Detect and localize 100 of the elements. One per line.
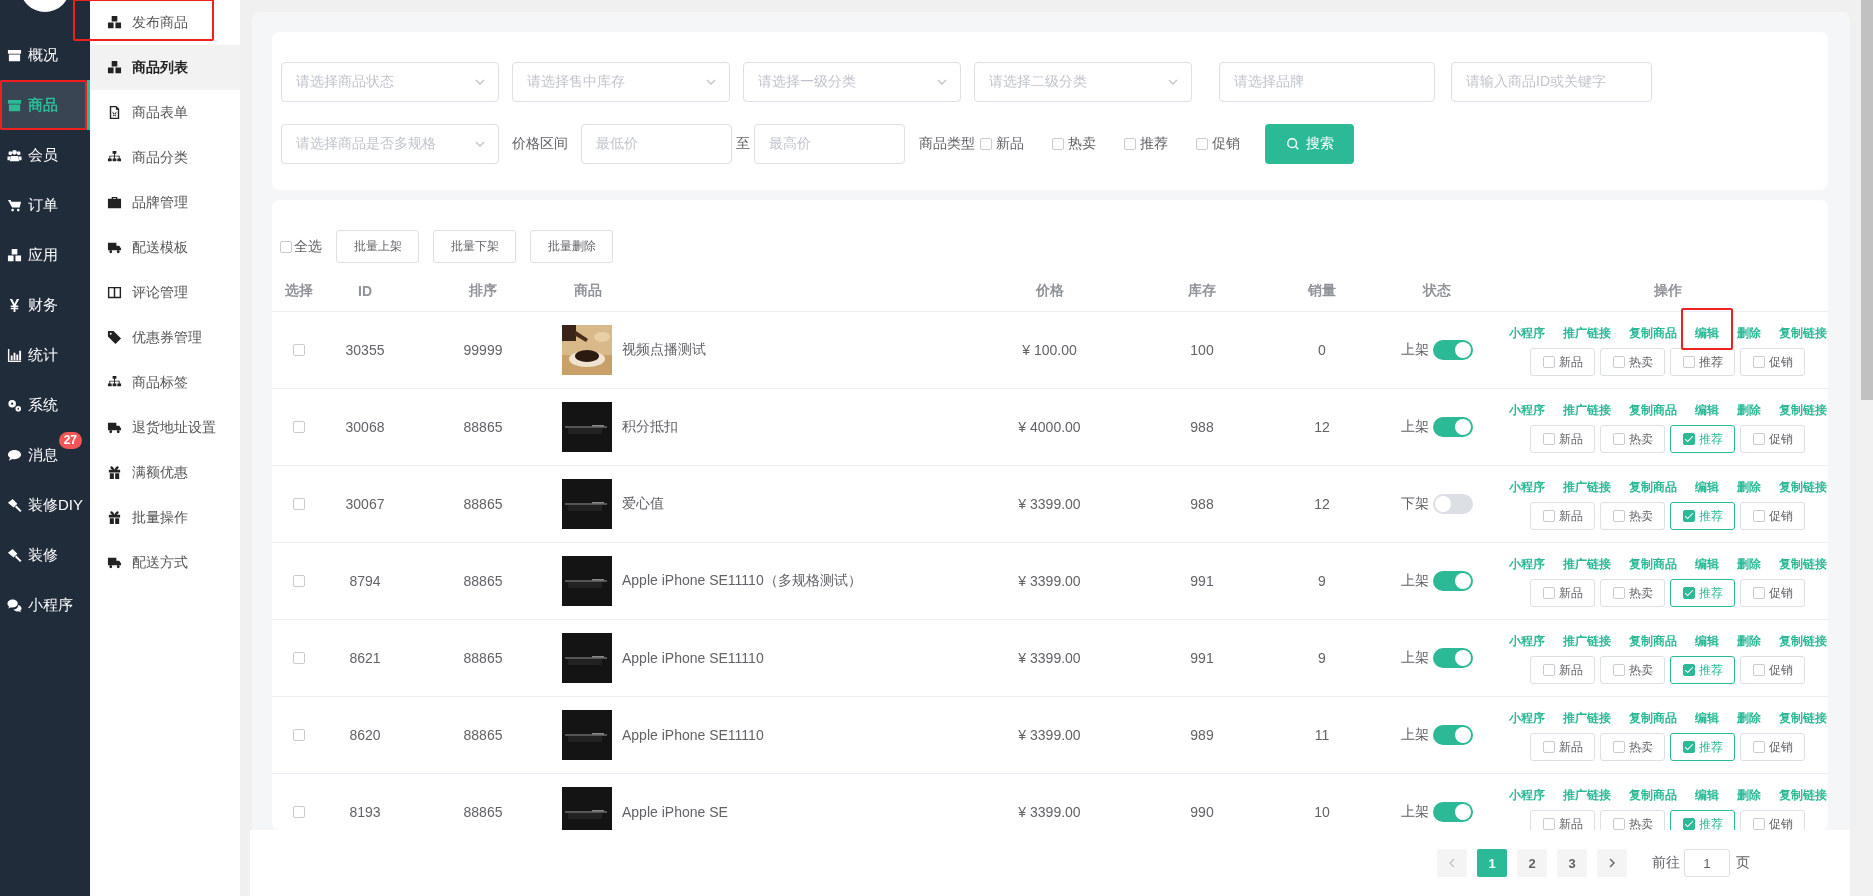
scrollbar-thumb[interactable] — [1861, 0, 1873, 400]
action-link[interactable]: 复制商品 — [1628, 403, 1677, 417]
action-link[interactable]: 复制链接 — [1778, 557, 1827, 571]
tag-toggle-button[interactable]: 推荐 — [1670, 656, 1735, 684]
status-toggle[interactable] — [1433, 417, 1473, 437]
search-button[interactable]: 搜索 — [1265, 124, 1354, 164]
action-link[interactable]: 复制链接 — [1778, 326, 1827, 340]
row-checkbox[interactable] — [293, 652, 305, 664]
submenu-item[interactable]: 退货地址设置 — [90, 405, 240, 450]
action-link[interactable]: 小程序 — [1508, 557, 1545, 571]
action-link[interactable]: 复制商品 — [1628, 326, 1677, 340]
action-link[interactable]: 推广链接 — [1562, 326, 1611, 340]
bulk-action-button[interactable]: 批量上架 — [336, 230, 419, 263]
tag-toggle-button[interactable]: 推荐 — [1670, 502, 1735, 530]
row-checkbox[interactable] — [293, 421, 305, 433]
sidebar-item[interactable]: 小程序 — [0, 580, 90, 630]
action-link[interactable]: 编辑 — [1694, 788, 1719, 802]
select-field[interactable]: 请选择商品是否多规格 — [281, 124, 499, 164]
action-link[interactable]: 小程序 — [1508, 788, 1545, 802]
select-field[interactable]: 请选择售中库存 — [512, 62, 730, 102]
sidebar-item[interactable]: 系统 — [0, 380, 90, 430]
action-link[interactable]: 编辑 — [1694, 557, 1719, 571]
action-link[interactable]: 推广链接 — [1562, 711, 1611, 725]
tag-toggle-button[interactable]: 促销 — [1740, 502, 1805, 530]
type-checkbox[interactable]: 新品 — [980, 135, 1024, 153]
page-button[interactable]: 2 — [1517, 849, 1547, 877]
status-toggle[interactable] — [1433, 648, 1473, 668]
action-link[interactable]: 推广链接 — [1562, 480, 1611, 494]
tag-toggle-button[interactable]: 热卖 — [1600, 425, 1665, 453]
action-link[interactable]: 复制链接 — [1778, 711, 1827, 725]
tag-toggle-button[interactable]: 新品 — [1530, 656, 1595, 684]
tag-toggle-button[interactable]: 促销 — [1740, 656, 1805, 684]
page-button[interactable]: 1 — [1477, 849, 1507, 877]
tag-toggle-button[interactable]: 热卖 — [1600, 502, 1665, 530]
sidebar-item[interactable]: 消息 27 — [0, 430, 90, 480]
action-link[interactable]: 复制商品 — [1628, 711, 1677, 725]
action-link[interactable]: 编辑 — [1694, 711, 1719, 725]
tag-toggle-button[interactable]: 新品 — [1530, 502, 1595, 530]
tag-toggle-button[interactable]: 新品 — [1530, 348, 1595, 376]
tag-toggle-button[interactable]: 促销 — [1740, 425, 1805, 453]
sidebar-item[interactable]: 概况 — [0, 30, 90, 80]
submenu-item[interactable]: 商品标签 — [90, 360, 240, 405]
submenu-item[interactable]: 满额优惠 — [90, 450, 240, 495]
action-link[interactable]: 小程序 — [1508, 326, 1545, 340]
tag-toggle-button[interactable]: 热卖 — [1600, 656, 1665, 684]
submenu-item[interactable]: 品牌管理 — [90, 180, 240, 225]
tag-toggle-button[interactable]: 新品 — [1530, 425, 1595, 453]
action-link[interactable]: 删除 — [1736, 711, 1761, 725]
action-link[interactable]: 复制商品 — [1628, 557, 1677, 571]
action-link[interactable]: 小程序 — [1508, 711, 1545, 725]
action-link[interactable]: 复制链接 — [1778, 480, 1827, 494]
row-checkbox[interactable] — [293, 344, 305, 356]
action-link[interactable]: 删除 — [1736, 557, 1761, 571]
page-input[interactable]: 1 — [1684, 849, 1730, 877]
sidebar-item[interactable]: 会员 — [0, 130, 90, 180]
action-link[interactable]: 编辑 — [1694, 403, 1719, 417]
action-link[interactable]: 推广链接 — [1562, 634, 1611, 648]
input-field[interactable]: 最高价 — [754, 124, 905, 164]
input-field[interactable]: 请选择品牌 — [1219, 62, 1435, 102]
action-link[interactable]: 复制链接 — [1778, 788, 1827, 802]
status-toggle[interactable] — [1433, 802, 1473, 822]
action-link[interactable]: 复制链接 — [1778, 634, 1827, 648]
tag-toggle-button[interactable]: 推荐 — [1670, 425, 1735, 453]
row-checkbox[interactable] — [293, 575, 305, 587]
action-link[interactable]: 推广链接 — [1562, 788, 1611, 802]
tag-toggle-button[interactable]: 新品 — [1530, 733, 1595, 761]
type-checkbox[interactable]: 热卖 — [1052, 135, 1096, 153]
bulk-action-button[interactable]: 批量删除 — [530, 230, 613, 263]
sidebar-item[interactable]: 财务 — [0, 280, 90, 330]
action-link[interactable]: 删除 — [1736, 634, 1761, 648]
status-toggle[interactable] — [1433, 571, 1473, 591]
type-checkbox[interactable]: 促销 — [1196, 135, 1240, 153]
sidebar-item[interactable]: 装修 — [0, 530, 90, 580]
submenu-item[interactable]: 评论管理 — [90, 270, 240, 315]
action-link[interactable]: 小程序 — [1508, 634, 1545, 648]
row-checkbox[interactable] — [293, 729, 305, 741]
action-link[interactable]: 编辑 — [1694, 634, 1719, 648]
tag-toggle-button[interactable]: 促销 — [1740, 579, 1805, 607]
action-link[interactable]: 复制商品 — [1628, 480, 1677, 494]
submenu-item[interactable]: 商品分类 — [90, 135, 240, 180]
sidebar-item[interactable]: 订单 — [0, 180, 90, 230]
input-field[interactable]: 请输入商品ID或关键字 — [1451, 62, 1652, 102]
action-link[interactable]: 编辑 — [1694, 326, 1719, 340]
submenu-item[interactable]: 发布商品 — [90, 0, 240, 45]
action-link[interactable]: 删除 — [1736, 326, 1761, 340]
sidebar-item[interactable]: 统计 — [0, 330, 90, 380]
submenu-item[interactable]: 优惠券管理 — [90, 315, 240, 360]
bulk-action-button[interactable]: 批量下架 — [433, 230, 516, 263]
status-toggle[interactable] — [1433, 725, 1473, 745]
select-field[interactable]: 请选择商品状态 — [281, 62, 499, 102]
row-checkbox[interactable] — [293, 806, 305, 818]
select-field[interactable]: 请选择一级分类 — [743, 62, 961, 102]
action-link[interactable]: 复制商品 — [1628, 788, 1677, 802]
tag-toggle-button[interactable]: 促销 — [1740, 733, 1805, 761]
status-toggle[interactable] — [1433, 340, 1473, 360]
input-field[interactable]: 最低价 — [581, 124, 732, 164]
page-button[interactable]: 3 — [1557, 849, 1587, 877]
tag-toggle-button[interactable]: 热卖 — [1600, 579, 1665, 607]
submenu-item[interactable]: 配送方式 — [90, 540, 240, 585]
tag-toggle-button[interactable]: 推荐 — [1670, 733, 1735, 761]
